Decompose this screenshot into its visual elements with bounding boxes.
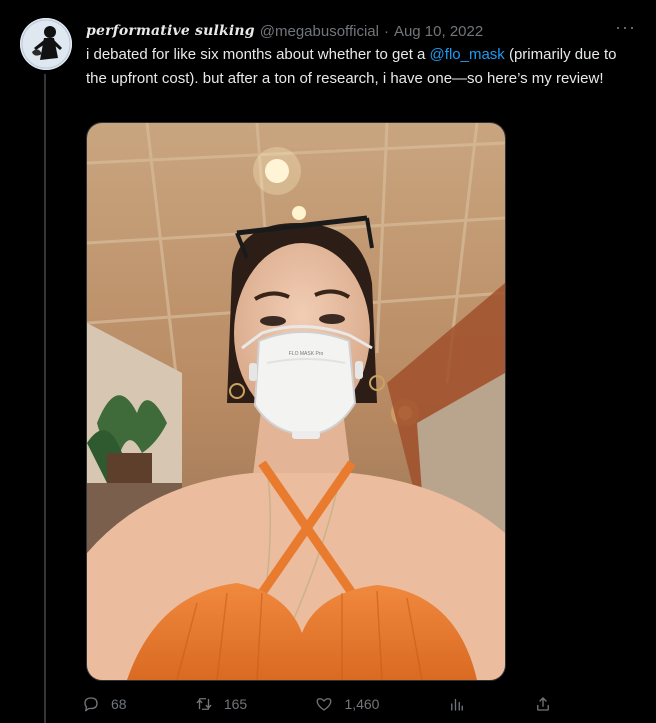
more-icon[interactable]: ··· [615,18,636,36]
mask-label: FLO MASK Pro [289,351,324,357]
tweet-header: performative sulking @megabusofficial · … [86,20,636,42]
retweet-count: 165 [223,696,248,712]
like-count: 1,460 [344,696,380,712]
retweet-icon [196,698,212,710]
reply-count: 68 [111,696,127,712]
tweet-text-part: i debated for like six months about whet… [86,46,430,63]
reply-icon [84,697,98,712]
action-bar: 68 165 1,460 [82,690,552,718]
retweet-button[interactable]: 165 [195,695,247,713]
avatar-image [20,18,72,70]
share-button[interactable] [534,695,552,713]
mention-link[interactable]: @flo_mask [430,46,505,63]
analytics-button[interactable] [448,695,466,713]
share-icon [537,697,549,711]
separator-dot: · [383,22,389,40]
like-button[interactable]: 1,460 [315,695,379,713]
tweet-text: i debated for like six months about whet… [86,43,631,91]
photo-illustration: FLO MASK Pro [87,123,505,680]
heart-icon [317,698,332,711]
tweet-photo[interactable]: FLO MASK Pro [86,122,506,681]
tweet-date[interactable]: Aug 10, 2022 [394,23,483,40]
user-handle[interactable]: @megabusofficial [260,23,379,40]
display-name[interactable]: performative sulking [86,23,255,39]
reply-button[interactable]: 68 [82,695,127,713]
analytics-icon [450,698,463,711]
thread-line [44,74,46,723]
avatar[interactable] [20,18,72,70]
